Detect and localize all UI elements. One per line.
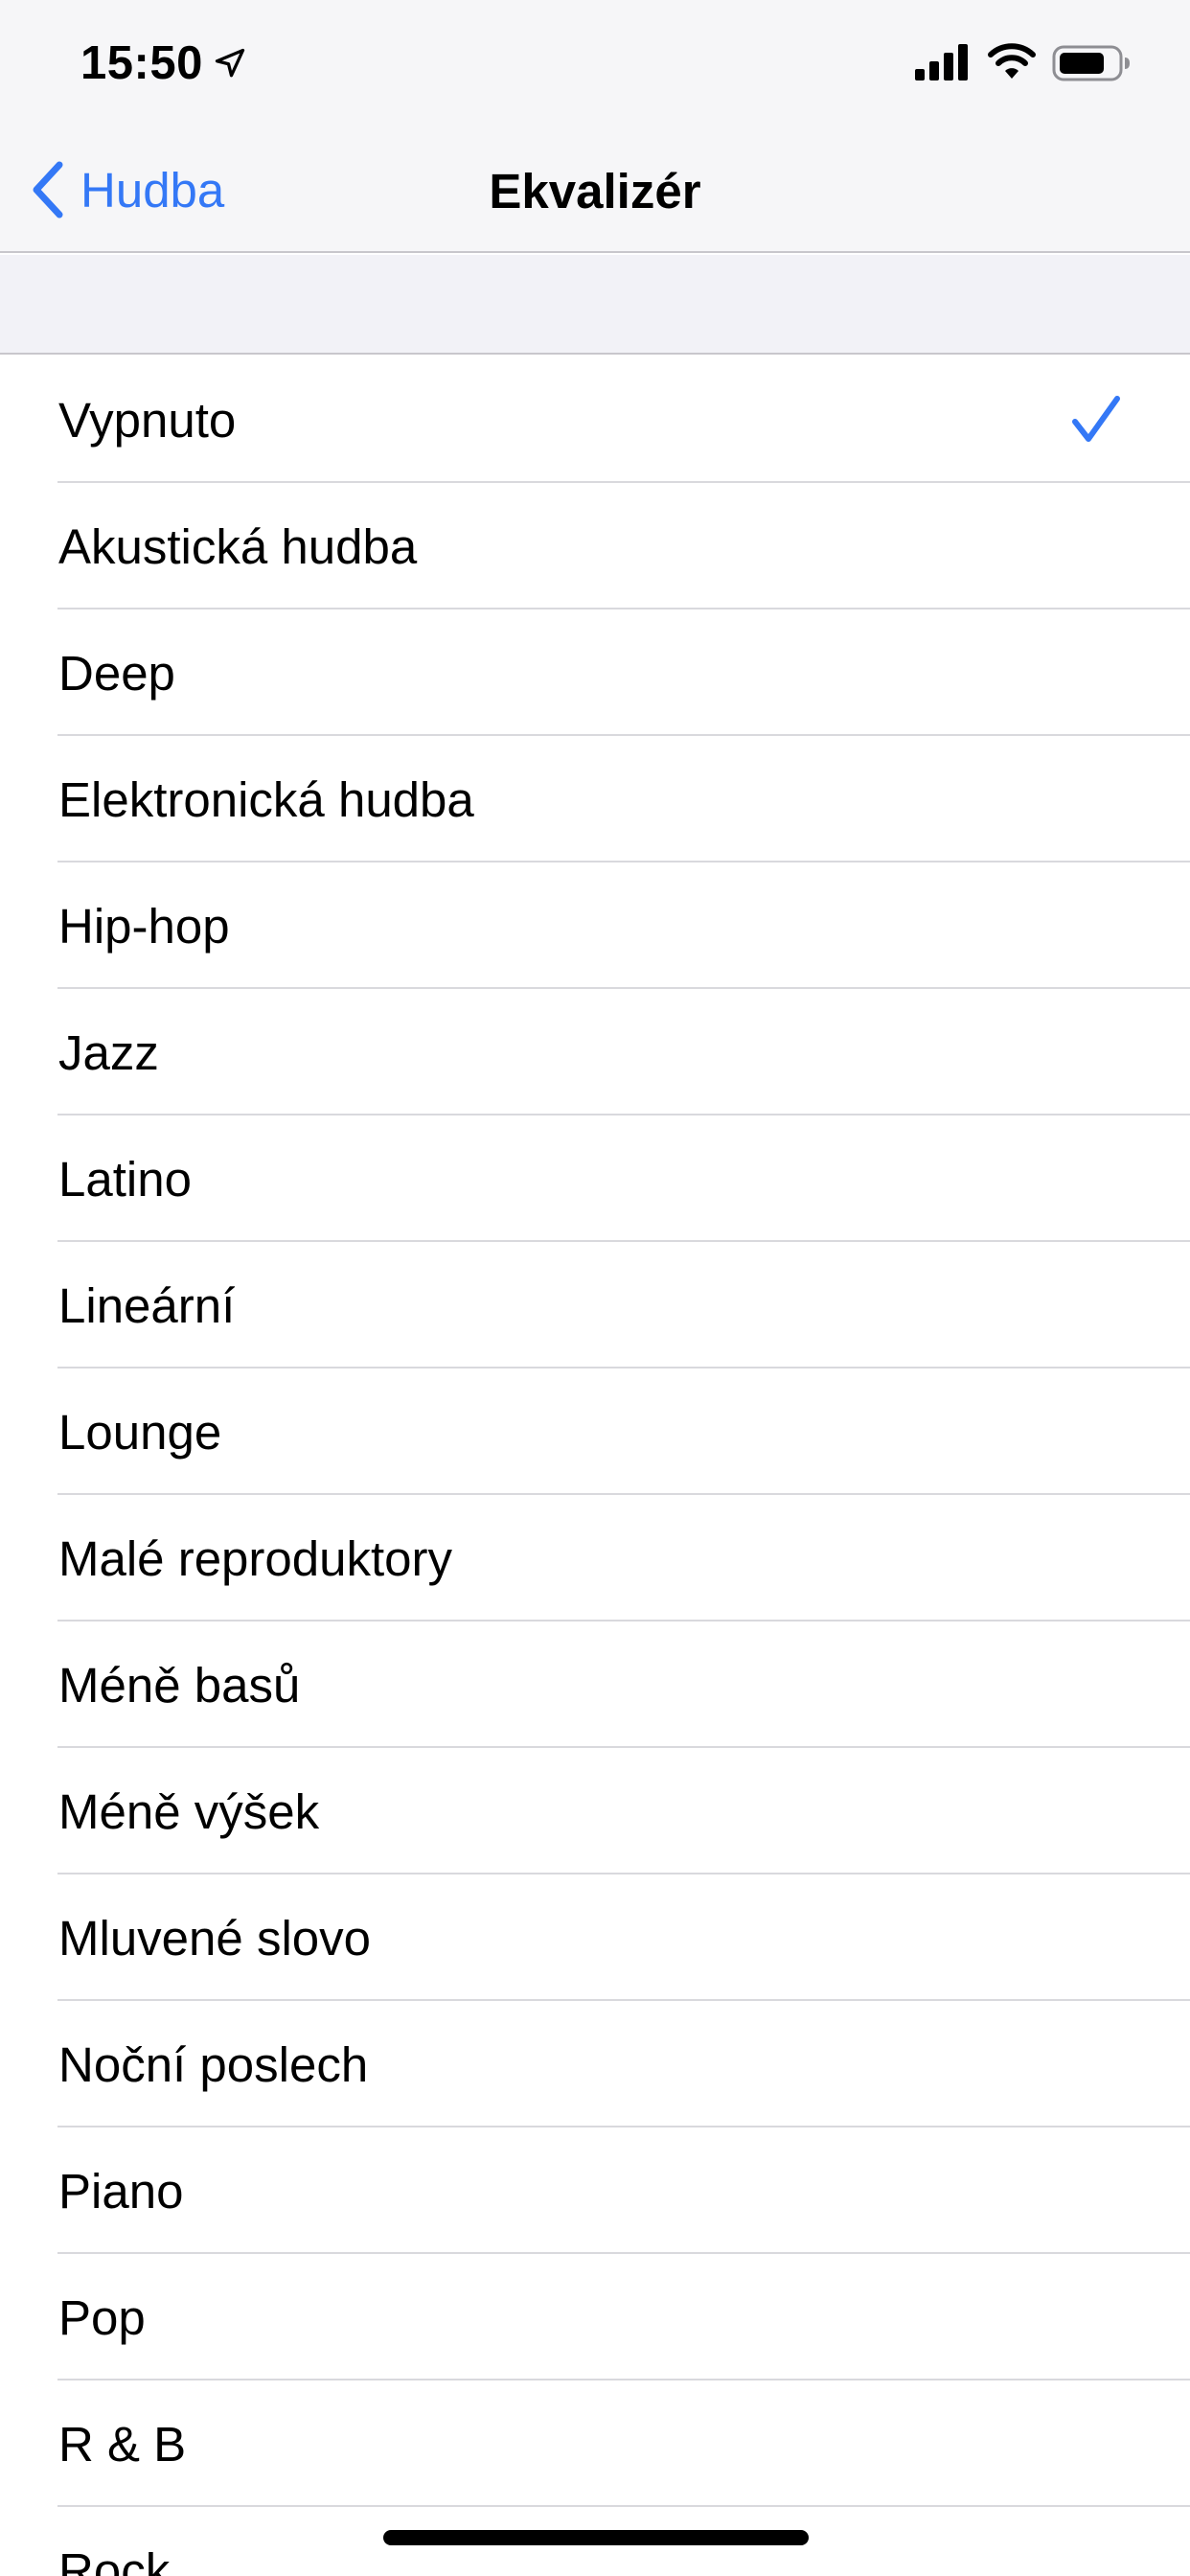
list-item[interactable]: Lineární <box>0 1242 1190 1368</box>
list-item-label: Elektronická hudba <box>58 771 474 827</box>
home-indicator[interactable] <box>383 2530 809 2545</box>
list-item-label: Hip-hop <box>58 898 230 954</box>
list-item-label: Méně výšek <box>58 1783 320 1839</box>
battery-icon <box>1052 45 1130 81</box>
list-item[interactable]: Vypnuto <box>0 356 1190 483</box>
list-item-label: R & B <box>58 2416 187 2472</box>
nav-bar: Hudba Ekvalizér <box>0 126 1190 253</box>
equalizer-list: Vypnuto Akustická hudba Deep Elektronick… <box>0 356 1190 2576</box>
page-title: Ekvalizér <box>489 164 701 218</box>
list-item-label: Lineární <box>58 1277 236 1333</box>
screen: 15:50 Hudba Ekvalizér Vypnuto Akustická … <box>0 0 1190 2576</box>
list-item[interactable]: R & B <box>0 2380 1190 2507</box>
list-item-label: Rock <box>58 2542 171 2576</box>
list-item[interactable]: Mluvené slovo <box>0 1874 1190 2001</box>
list-item[interactable]: Piano <box>0 2128 1190 2254</box>
status-time: 15:50 <box>80 37 203 89</box>
list-item-label: Piano <box>58 2163 184 2219</box>
list-item[interactable]: Elektronická hudba <box>0 736 1190 862</box>
list-item[interactable]: Malé reproduktory <box>0 1495 1190 1622</box>
list-item-label: Latino <box>58 1151 192 1207</box>
list-item[interactable]: Méně výšek <box>0 1748 1190 1874</box>
list-item-label: Akustická hudba <box>58 518 418 574</box>
list-item-label: Méně basů <box>58 1657 301 1713</box>
list-item-label: Malé reproduktory <box>58 1530 453 1586</box>
list-item[interactable]: Méně basů <box>0 1622 1190 1748</box>
list-item[interactable]: Jazz <box>0 989 1190 1116</box>
list-item[interactable]: Lounge <box>0 1368 1190 1495</box>
wifi-icon <box>988 43 1036 79</box>
list-item[interactable]: Hip-hop <box>0 862 1190 989</box>
list-item[interactable]: Akustická hudba <box>0 483 1190 610</box>
list-item-label: Jazz <box>58 1024 159 1080</box>
list-item-label: Pop <box>58 2289 146 2345</box>
list-item[interactable]: Deep <box>0 610 1190 736</box>
status-bar: 15:50 <box>0 0 1190 126</box>
signal-icon <box>915 44 968 80</box>
list-item[interactable]: Latino <box>0 1116 1190 1242</box>
location-arrow-icon <box>215 48 245 78</box>
list-item[interactable]: Pop <box>0 2254 1190 2380</box>
checkmark-icon <box>1072 396 1120 442</box>
list-item-label: Vypnuto <box>58 392 237 448</box>
list-item-label: Lounge <box>58 1404 222 1460</box>
section-spacer <box>0 255 1190 355</box>
list-item[interactable]: Noční poslech <box>0 2001 1190 2128</box>
list-item-label: Noční poslech <box>58 2036 369 2092</box>
list-item-label: Deep <box>58 645 175 701</box>
list-item-label: Mluvené slovo <box>58 1910 371 1966</box>
